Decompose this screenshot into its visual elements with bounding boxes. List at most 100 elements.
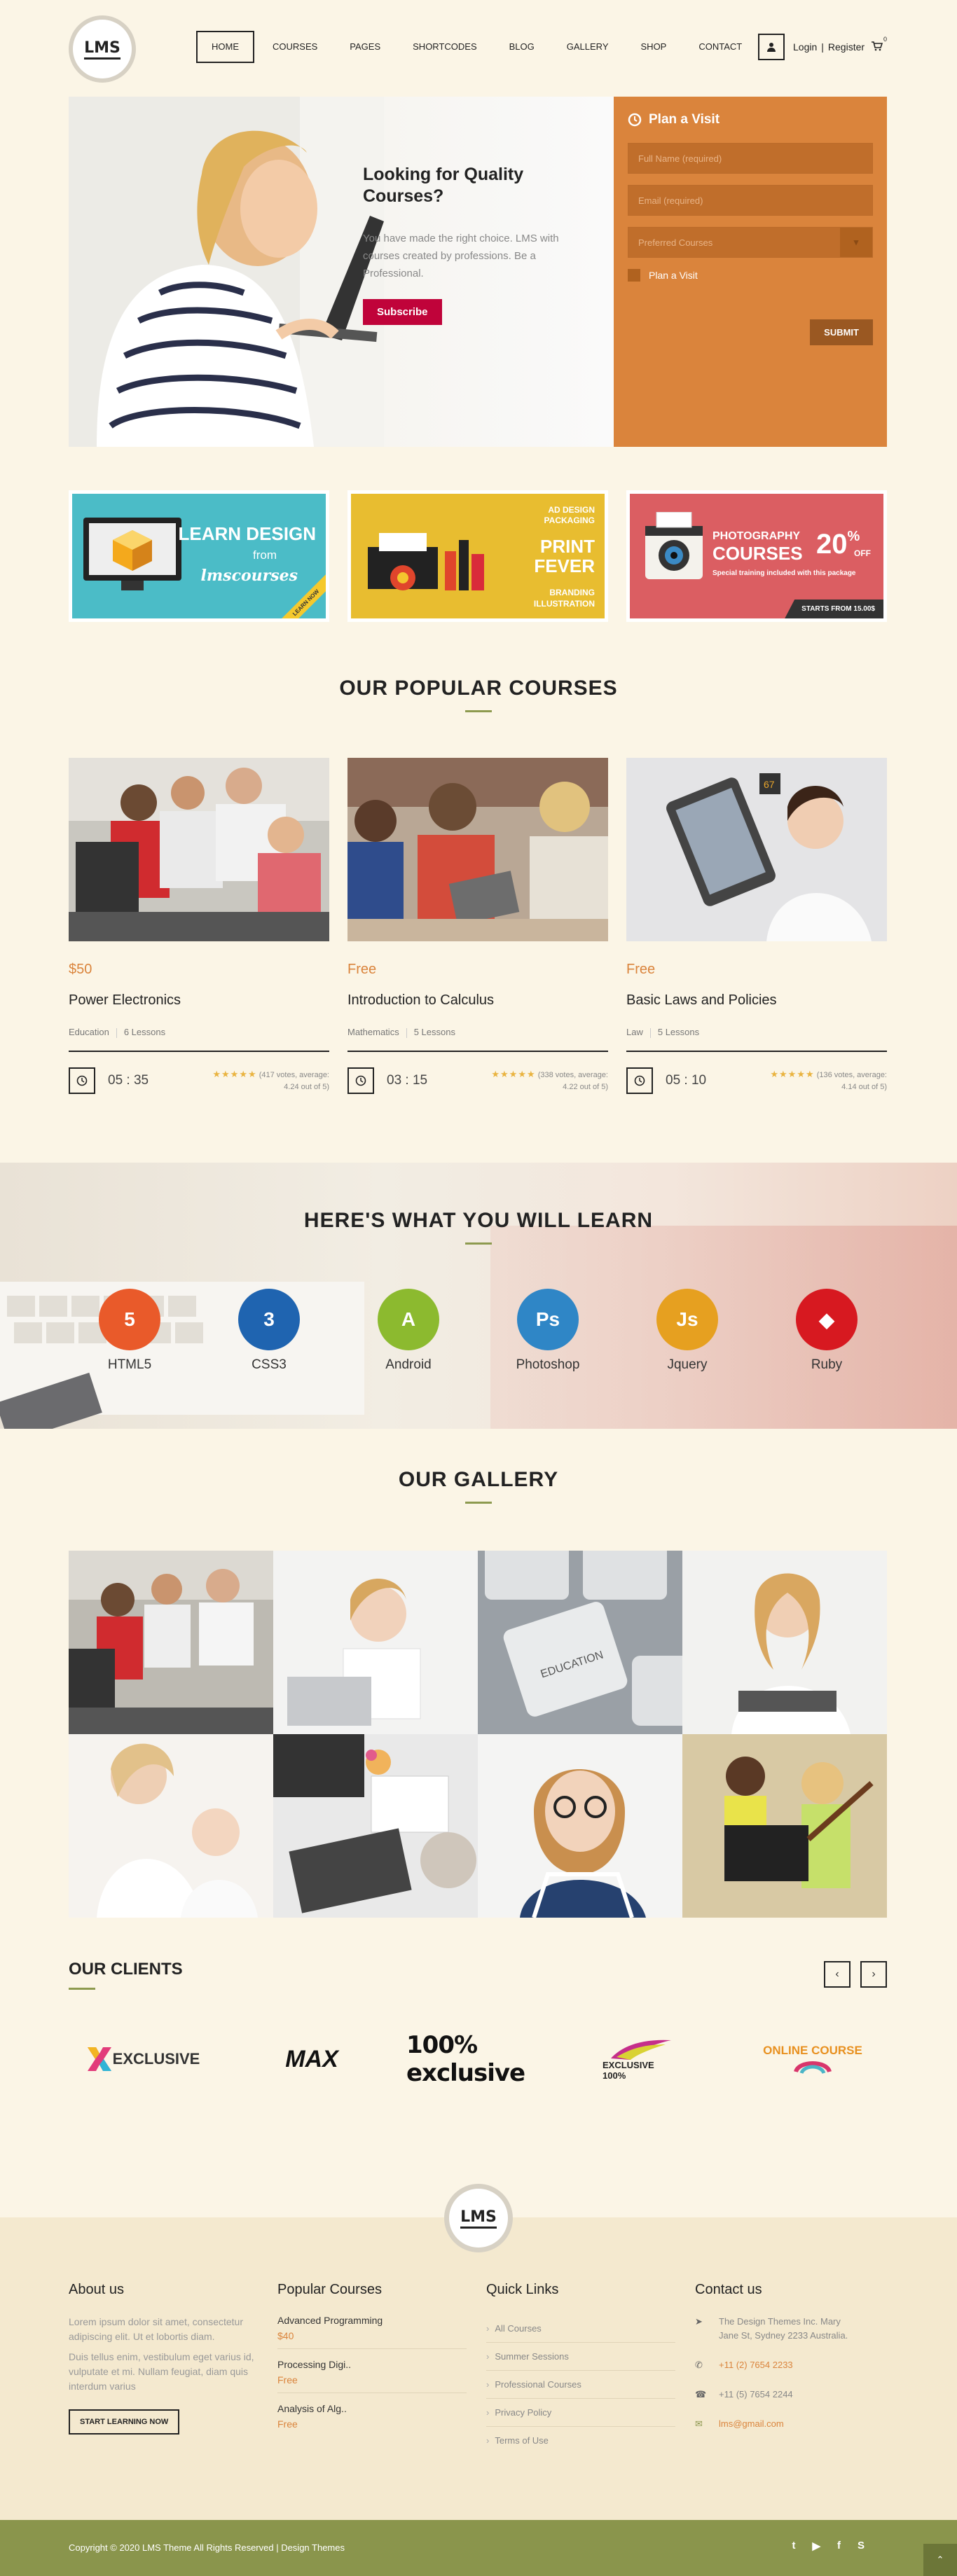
course-meta: Education 6 Lessons [69,1027,329,1052]
client-logo-max[interactable]: MAX [266,2031,357,2087]
clients-title: OUR CLIENTS [69,1960,183,1990]
footer-link-summer-sessions[interactable]: Summer Sessions [486,2343,675,2371]
full-name-field[interactable]: Full Name (required) [628,143,873,174]
banner-print-fever[interactable]: AD DESIGN PACKAGING PRINT FEVER BRANDING… [347,490,608,622]
site-header: LMS HOME COURSES PAGES SHORTCODES BLOG G… [0,0,957,97]
gallery-image-3[interactable]: EDUCATION [478,1551,682,1734]
footer-course-item[interactable]: Advanced Programming $40 [277,2315,467,2349]
banner-1-line3: lmscourses [200,567,298,585]
gallery-image-5[interactable] [69,1734,273,1918]
course-image-kids-reading [347,758,608,941]
cart-icon[interactable]: 0 [872,36,887,53]
course-price: Free [626,962,656,977]
gallery-image-8[interactable] [682,1734,887,1918]
skill-html5[interactable]: 5 HTML5 [88,1289,172,1373]
rating-votes: (417 votes, average: [259,1070,329,1079]
footer-link-all-courses[interactable]: All Courses [486,2315,675,2343]
skill-android[interactable]: A Android [366,1289,450,1373]
nav-blog[interactable]: BLOG [495,31,549,63]
banner-photography[interactable]: PHOTOGRAPHY COURSES 20% OFF Special trai… [626,490,887,622]
course-time: 05 : 35 [108,1072,149,1088]
learn-section: HERE'S WHAT YOU WILL LEARN 5 HTML5 3 CSS3 … [0,1163,957,1429]
gallery-image-6[interactable] [273,1734,478,1918]
checkbox-box[interactable] [628,269,640,282]
course-select[interactable]: Preferred Courses ▾ [628,227,873,258]
login-link[interactable]: Login [793,41,817,53]
brush-stroke-icon [611,2040,671,2060]
footer-link-professional-courses[interactable]: Professional Courses [486,2371,675,2399]
banner-learn-design[interactable]: LEARN DESIGN from lmscourses LEARN NOW [69,490,329,622]
skill-label: Photoshop [516,1357,580,1372]
skill-jquery[interactable]: Js Jquery [645,1289,729,1373]
banner-2-line2: PACKAGING [544,515,595,525]
clients-prev-button[interactable]: ‹ [824,1961,851,1988]
skill-photoshop[interactable]: Ps Photoshop [506,1289,590,1373]
site-logo[interactable]: LMS [69,15,136,83]
client-logo-exclusive-100[interactable]: EXCLUSIVE 100% [603,2031,680,2087]
clients-next-button[interactable]: › [860,1961,887,1988]
client-logo-100-exclusive[interactable]: 100% exclusive [406,2031,553,2087]
client-logo-exclusive[interactable]: EXCLUSIVE [84,2031,203,2087]
register-link[interactable]: Register [828,41,865,53]
course-category[interactable]: Education [69,1027,109,1037]
course-category[interactable]: Mathematics [347,1027,399,1037]
client-logo-online-course[interactable]: ONLINE COURSE [757,2031,869,2087]
footer-contact: Contact us ➤ The Design Themes Inc. Mary … [695,2282,891,2446]
footer-course-item[interactable]: Processing Digi.. Free [277,2359,467,2393]
nav-courses[interactable]: COURSES [259,31,331,63]
facebook-icon[interactable]: f [837,2540,841,2552]
twitter-icon[interactable]: t [792,2540,795,2552]
submit-button[interactable]: SUBMIT [810,319,873,345]
user-icon[interactable] [758,34,785,60]
footer-course-name[interactable]: Advanced Programming [277,2315,467,2326]
course-title[interactable]: Basic Laws and Policies [626,992,887,1009]
star-rating-icon[interactable]: ★★★★★ [491,1069,535,1079]
nav-shortcodes[interactable]: SHORTCODES [399,31,491,63]
hero-title: Looking for Quality Courses? [363,165,524,206]
footer-link-privacy-policy[interactable]: Privacy Policy [486,2399,675,2427]
footer-course-item[interactable]: Analysis of Alg.. Free [277,2403,467,2437]
footer-course-name[interactable]: Analysis of Alg.. [277,2403,467,2414]
envelope-icon: ✉ [695,2418,703,2429]
course-time: 05 : 10 [666,1072,707,1088]
nav-shop[interactable]: SHOP [627,31,681,63]
skill-css3[interactable]: 3 CSS3 [227,1289,311,1373]
course-title[interactable]: Introduction to Calculus [347,992,608,1009]
course-title[interactable]: Power Electronics [69,992,329,1009]
star-rating-icon[interactable]: ★★★★★ [770,1069,814,1079]
skill-ruby[interactable]: ◆ Ruby [785,1289,869,1373]
gallery-image-1[interactable] [69,1551,273,1734]
contact-phone[interactable]: ✆ +11 (2) 7654 2233 [695,2358,891,2372]
banner-2-line1: AD DESIGN [548,505,595,515]
email-field[interactable]: Email (required) [628,185,873,216]
star-rating-icon[interactable]: ★★★★★ [212,1069,256,1079]
footer-popular-title: Popular Courses [277,2282,382,2297]
nav-gallery[interactable]: GALLERY [553,31,623,63]
course-card[interactable]: 67 Free Basic Laws and Policies Law 5 Les… [626,758,887,1094]
course-card[interactable]: Free Introduction to Calculus Mathematic… [347,758,608,1094]
back-to-top-button[interactable]: ⌃ [923,2544,957,2576]
nav-home[interactable]: HOME [196,31,254,63]
gallery-image-2[interactable] [273,1551,478,1734]
nav-contact[interactable]: CONTACT [684,31,756,63]
footer-logo[interactable]: LMS [444,2184,513,2252]
course-card[interactable]: $50 Power Electronics Education 6 Lessons… [69,758,329,1094]
footer-course-name[interactable]: Processing Digi.. [277,2359,467,2370]
footer-popular-courses: Popular Courses Advanced Programming $40 … [277,2282,474,2446]
gallery-image-4[interactable] [682,1551,887,1734]
footer-link-terms[interactable]: Terms of Use [486,2427,675,2454]
youtube-icon[interactable]: ▶ [812,2540,820,2552]
course-lessons: 5 Lessons [657,1027,700,1037]
course-duration: 05 : 10 [626,1067,706,1094]
course-category[interactable]: Law [626,1027,643,1037]
start-learning-button[interactable]: START LEARNING NOW [69,2409,180,2435]
nav-pages[interactable]: PAGES [336,31,394,63]
skype-icon[interactable]: S [858,2540,865,2552]
chevron-down-icon: ▾ [840,228,872,257]
course-rating: ★★★★★ (417 votes, average: 4.24 out of 5) [212,1068,329,1093]
course-duration: 03 : 15 [347,1067,427,1094]
subscribe-button[interactable]: Subscribe [363,299,442,325]
contact-email[interactable]: ✉ lms@gmail.com [695,2417,891,2431]
plan-visit-checkbox[interactable]: Plan a Visit [628,269,873,282]
gallery-image-7[interactable] [478,1734,682,1918]
